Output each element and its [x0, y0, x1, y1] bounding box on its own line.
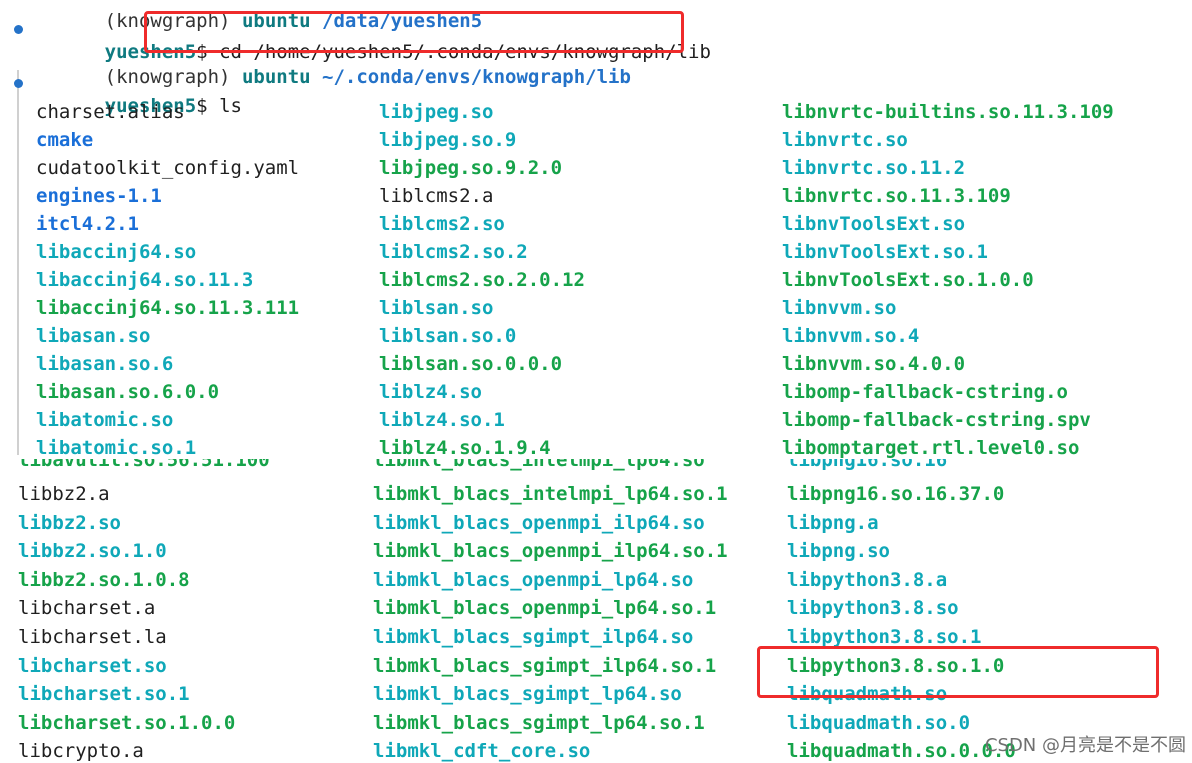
- ls-entry: libnvToolsExt.so: [782, 213, 966, 235]
- host-name: ubuntu: [241, 66, 311, 88]
- ls-entry: liblcms2.so.2: [379, 241, 528, 263]
- terminal-panel-bottom[interactable]: libavutil.so.56.51.100 libmkl_blacs_inte…: [0, 459, 1192, 763]
- ls-entry: libquadmath.so.0: [787, 711, 971, 734]
- watermark: CSDN @月亮是不是不圆: [984, 735, 1186, 756]
- ls-entry: libbz2.so.1.0.8: [18, 568, 190, 591]
- ls-entry: libjpeg.so.9: [379, 129, 517, 151]
- command-gutter: [17, 70, 19, 455]
- ls-entry: libnvrtc.so.11.2: [782, 157, 966, 179]
- ls-entry: libcharset.a: [18, 597, 156, 620]
- ls-entry: libomp-fallback-cstring.o: [782, 381, 1068, 403]
- ls-entry: libnvvm.so.4.0.0: [782, 353, 966, 375]
- ls-entry: libjpeg.so: [379, 101, 494, 123]
- ls-entry: libmkl_blacs_openmpi_lp64.so.1: [373, 597, 717, 620]
- screenshot-root: (knowgraph) ubuntu /data/yueshen5 yueshe…: [0, 0, 1192, 763]
- ls-entry: libasan.so: [36, 325, 151, 347]
- ls-entry: libasan.so.6.0.0: [36, 381, 220, 403]
- ls-entry: libmkl_blacs_sgimpt_ilp64.so.1: [373, 654, 717, 677]
- ls-entry: libbz2.so.1.0: [18, 540, 167, 563]
- ls-entry: libcharset.la: [18, 626, 167, 648]
- ls-entry: liblcms2.so: [379, 213, 505, 235]
- ls-entry: libomptarget.rtl.level0.so: [782, 437, 1080, 459]
- ls-entry: libatomic.so: [36, 409, 174, 431]
- prompt-dollar: $: [196, 95, 208, 117]
- ls-entry: cudatoolkit_config.yaml: [36, 157, 300, 179]
- ls-entry: libnvrtc.so: [782, 129, 908, 151]
- ls-entry: libcharset.so.1: [18, 683, 190, 706]
- cutoff-entry: libpng16.so.16: [787, 459, 948, 471]
- ls-entry: libmkl_blacs_sgimpt_lp64.so: [373, 683, 682, 706]
- terminal-panel-top[interactable]: (knowgraph) ubuntu /data/yueshen5 yueshe…: [0, 0, 1192, 459]
- cutoff-entry: libmkl_blacs_intelmpi_lp64.so: [373, 459, 705, 471]
- highlight-box-libpython: [757, 646, 1159, 698]
- ls-entry: libaccinj64.so.11.3.111: [36, 297, 300, 319]
- command-status-dot-icon: [14, 25, 23, 34]
- ls-entry: libmkl_cdft_core.so: [373, 740, 591, 763]
- ls-entry: libpng.a: [787, 511, 879, 534]
- ls-entry: liblsan.so.0.0.0: [379, 353, 563, 375]
- ls-entry: libmkl_blacs_openmpi_ilp64.so.1: [373, 540, 728, 563]
- ls-entry: libasan.so.6: [36, 353, 174, 375]
- ls-entry: libmkl_blacs_intelmpi_lp64.so.1: [373, 483, 728, 505]
- command-status-dot-icon: [14, 79, 23, 88]
- ls-entry: libnvvm.so.4: [782, 325, 920, 347]
- ls-entry: liblsan.so: [379, 297, 494, 319]
- ls-entry: libatomic.so.1: [36, 437, 197, 459]
- ls-entry: itcl4.2.1: [36, 213, 139, 235]
- ls-entry: libmkl_blacs_sgimpt_ilp64.so: [373, 626, 694, 648]
- ls-entry: liblsan.so.0: [379, 325, 517, 347]
- ls-entry: libmkl_blacs_sgimpt_lp64.so.1: [373, 711, 705, 734]
- ls-entry: libcrypto.a: [18, 740, 144, 763]
- ls-entry: liblz4.so.1: [379, 409, 505, 431]
- ls-entry: libbz2.a: [18, 483, 110, 505]
- ls-entry: libnvrtc-builtins.so.11.3.109: [782, 101, 1114, 123]
- ls-entry: libmkl_blacs_openmpi_lp64.so: [373, 568, 694, 591]
- ls-entry: libmkl_blacs_openmpi_ilp64.so: [373, 511, 705, 534]
- ls-entry: libcharset.so.1.0.0: [18, 711, 236, 734]
- ls-command[interactable]: ls: [219, 95, 242, 117]
- ls-entry: libpython3.8.a: [787, 568, 948, 591]
- ls-entry: libcharset.so: [18, 654, 167, 677]
- ls-entry: libaccinj64.so: [36, 241, 197, 263]
- ls-entry: liblcms2.so.2.0.12: [379, 269, 585, 291]
- ls-entry: libnvrtc.so.11.3.109: [782, 185, 1011, 207]
- ls-entry: libpython3.8.so: [787, 597, 959, 620]
- ls-entry: charset.alias: [36, 101, 185, 123]
- ls-entry: libjpeg.so.9.2.0: [379, 157, 563, 179]
- ls-entry: libomp-fallback-cstring.spv: [782, 409, 1091, 431]
- ls-entry: libquadmath.so.0.0.0: [787, 740, 1016, 763]
- cutoff-entry: libavutil.so.56.51.100: [18, 459, 270, 471]
- ls-entry: libpng16.so.16.37.0: [787, 483, 1005, 505]
- ls-entry: libnvvm.so: [782, 297, 897, 319]
- ls-entry: libnvToolsExt.so.1.0.0: [782, 269, 1034, 291]
- prompt-path: ~/.conda/envs/knowgraph/lib: [322, 66, 631, 88]
- ls-entry: libpng.so: [787, 540, 890, 563]
- ls-entry: liblcms2.a: [379, 185, 494, 207]
- ls-entry: cmake: [36, 129, 94, 151]
- ls-entry: engines-1.1: [36, 185, 162, 207]
- ls-entry: libaccinj64.so.11.3: [36, 269, 254, 291]
- ls-entry: libpython3.8.so.1: [787, 626, 982, 648]
- ls-entry: liblz4.so: [379, 381, 482, 403]
- ls-entry: libbz2.so: [18, 511, 121, 534]
- ls-entry: liblz4.so.1.9.4: [379, 437, 551, 459]
- ls-entry: libnvToolsExt.so.1: [782, 241, 988, 263]
